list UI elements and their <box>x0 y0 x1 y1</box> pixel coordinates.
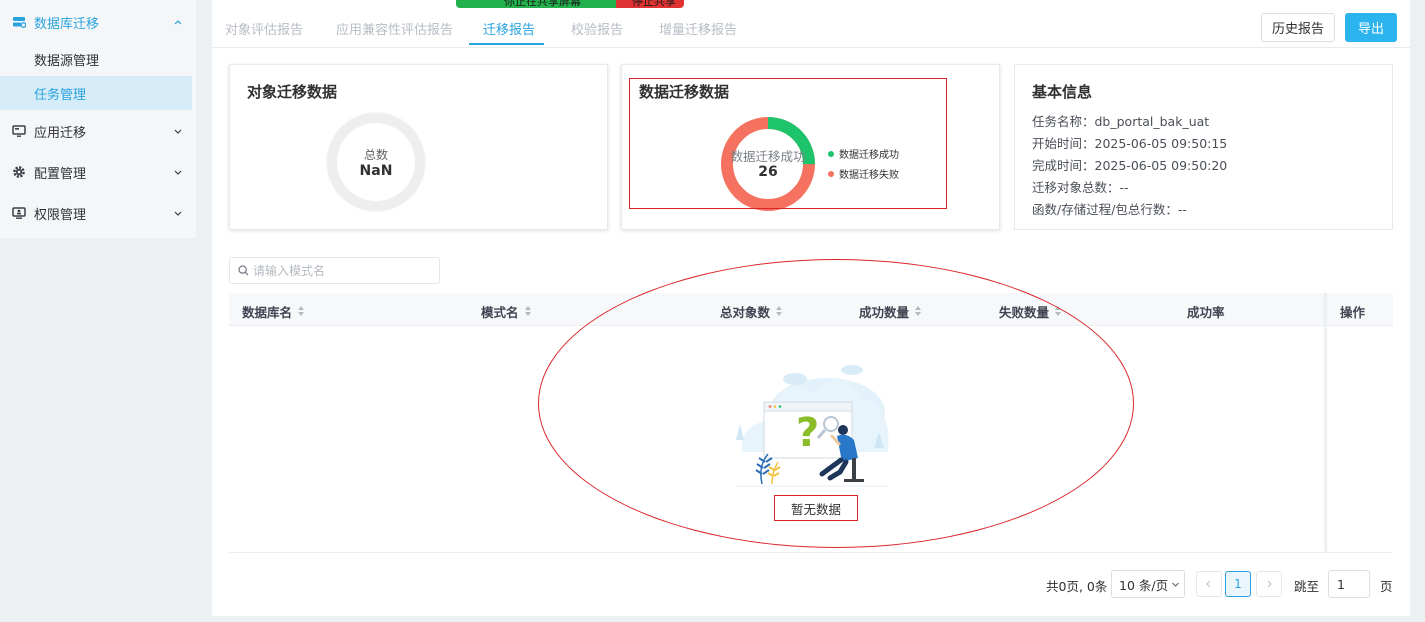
legend-dot <box>828 170 834 177</box>
table-header: 数据库名 模式名 总对象数 成功数量 失败数量 成功率 操作 <box>229 293 1393 326</box>
card-title: 对象迁移数据 <box>247 83 338 101</box>
stop-sharing-label: 停止共享 <box>632 0 676 8</box>
sidebar: 数据库迁移 数据源管理 任务管理 应用迁移 配置管理 权限管理 <box>0 0 196 238</box>
jump-to-label: 跳至 <box>1294 579 1320 594</box>
screen-share-banner: 你正在共享屏幕 停止共享 <box>456 0 684 8</box>
page-unit-label: 页 <box>1380 579 1393 594</box>
active-tab-indicator <box>469 43 544 45</box>
tab-migration-report[interactable]: 迁移报告 <box>483 19 535 38</box>
page-size-value: 10 条/页 <box>1119 577 1169 593</box>
sidebar-subitem-label: 任务管理 <box>34 87 87 103</box>
card-title: 数据迁移数据 <box>639 83 730 101</box>
column-header-label: 模式名 <box>481 305 519 320</box>
search-icon <box>238 265 249 276</box>
tab-incremental-report[interactable]: 增量迁移报告 <box>659 19 737 38</box>
tab-verification-report[interactable]: 校验报告 <box>571 19 623 38</box>
jump-to-page-input[interactable] <box>1328 570 1370 598</box>
basic-info-card: 基本信息 任务名称：db_portal_bak_uat 开始时间：2025-06… <box>1014 64 1393 230</box>
svg-text:?: ? <box>796 410 819 456</box>
column-header-label: 总对象数 <box>720 305 771 320</box>
sidebar-subitem-label: 数据源管理 <box>34 53 100 69</box>
page-size-select[interactable]: 10 条/页 <box>1111 570 1185 598</box>
screen-share-status: 你正在共享屏幕 <box>456 0 616 8</box>
data-migration-card: 数据迁移数据 数据迁移成功 26 数据迁移成功 数据迁移失败 <box>621 64 1000 230</box>
report-tabs: 对象评估报告 应用兼容性评估报告 迁移报告 校验报告 增量迁移报告 <box>212 8 1410 48</box>
column-header-schema[interactable]: 模式名 <box>481 302 532 321</box>
tab-app-compat-assessment[interactable]: 应用兼容性评估报告 <box>336 19 453 38</box>
object-migration-card: 对象迁移数据 总数 NaN <box>229 64 608 230</box>
column-header-success-count[interactable]: 成功数量 <box>859 302 922 321</box>
page-number-button[interactable]: 1 <box>1225 571 1251 597</box>
gear-icon <box>12 165 26 179</box>
column-header-success-rate: 成功率 <box>1187 305 1225 320</box>
info-start-time: 开始时间：2025-06-05 09:50:15 <box>1032 136 1228 151</box>
fixed-column-divider <box>1325 293 1327 552</box>
database-icon <box>12 15 26 29</box>
chevron-down-icon <box>172 207 184 219</box>
sidebar-item-config[interactable]: 配置管理 <box>0 154 196 190</box>
schema-search-input[interactable] <box>253 263 433 278</box>
tab-object-assessment[interactable]: 对象评估报告 <box>225 19 303 38</box>
schema-search <box>229 257 440 284</box>
ring-center-value: 26 <box>758 164 778 180</box>
chevron-down-icon <box>1171 580 1180 589</box>
empty-data-text: 暂无数据 <box>774 495 858 521</box>
column-header-database[interactable]: 数据库名 <box>242 302 305 321</box>
table-bottom-border <box>229 552 1393 553</box>
column-header-label: 成功数量 <box>859 305 910 320</box>
column-header-label: 数据库名 <box>242 305 293 320</box>
chevron-left-icon <box>1206 580 1211 588</box>
legend-label: 数据迁移成功 <box>839 150 899 161</box>
column-header-total-objects[interactable]: 总对象数 <box>720 302 783 321</box>
info-object-total: 迁移对象总数：-- <box>1032 180 1129 195</box>
chevron-down-icon <box>172 166 184 178</box>
legend-item-success: 数据迁移成功 <box>828 146 899 161</box>
sidebar-item-label: 数据库迁移 <box>34 16 100 32</box>
sidebar-item-app-migration[interactable]: 应用迁移 <box>0 113 196 149</box>
empty-data-illustration: ? <box>736 365 889 487</box>
ring-center-value: NaN <box>359 163 393 179</box>
sidebar-item-label: 配置管理 <box>34 166 87 182</box>
ring-center-label: 数据迁移成功 <box>730 149 806 164</box>
chevron-right-icon <box>1267 580 1272 588</box>
sidebar-subitem-task[interactable]: 任务管理 <box>0 76 192 110</box>
sidebar-subitem-datasource[interactable]: 数据源管理 <box>0 42 192 76</box>
history-report-button[interactable]: 历史报告 <box>1261 13 1335 42</box>
user-monitor-icon <box>12 206 26 220</box>
chevron-up-icon <box>172 16 184 28</box>
screen-share-status-text: 你正在共享屏幕 <box>504 0 581 8</box>
info-task-name: 任务名称：db_portal_bak_uat <box>1032 114 1210 129</box>
pagination-total: 共0页, 0条 <box>1046 579 1108 594</box>
card-title: 基本信息 <box>1032 83 1093 101</box>
legend-dot <box>828 150 834 157</box>
sidebar-item-label: 应用迁移 <box>34 125 87 141</box>
ring-center-label: 总数 <box>363 148 388 162</box>
sort-icon[interactable] <box>298 306 305 317</box>
column-header-actions: 操作 <box>1340 305 1366 320</box>
sidebar-item-database-migration[interactable]: 数据库迁移 <box>0 4 196 40</box>
sidebar-item-permission[interactable]: 权限管理 <box>0 195 196 231</box>
sort-icon[interactable] <box>1055 306 1062 317</box>
info-end-time: 完成时间：2025-06-05 09:50:20 <box>1032 158 1228 173</box>
sort-icon[interactable] <box>524 306 532 317</box>
chevron-down-icon <box>172 125 184 137</box>
legend-label: 数据迁移失败 <box>839 170 899 181</box>
monitor-icon <box>12 124 26 138</box>
sidebar-item-label: 权限管理 <box>34 207 87 223</box>
column-header-failure-count[interactable]: 失败数量 <box>999 302 1062 321</box>
next-page-button[interactable] <box>1256 571 1282 597</box>
export-button[interactable]: 导出 <box>1345 13 1397 42</box>
sort-icon[interactable] <box>776 306 783 317</box>
legend-item-failure: 数据迁移失败 <box>828 166 899 181</box>
column-header-label: 失败数量 <box>999 305 1050 320</box>
prev-page-button[interactable] <box>1196 571 1222 597</box>
info-function-lines: 函数/存储过程/包总行数：-- <box>1032 202 1187 217</box>
stop-sharing-button[interactable]: 停止共享 <box>616 0 684 8</box>
sort-icon[interactable] <box>915 306 922 317</box>
